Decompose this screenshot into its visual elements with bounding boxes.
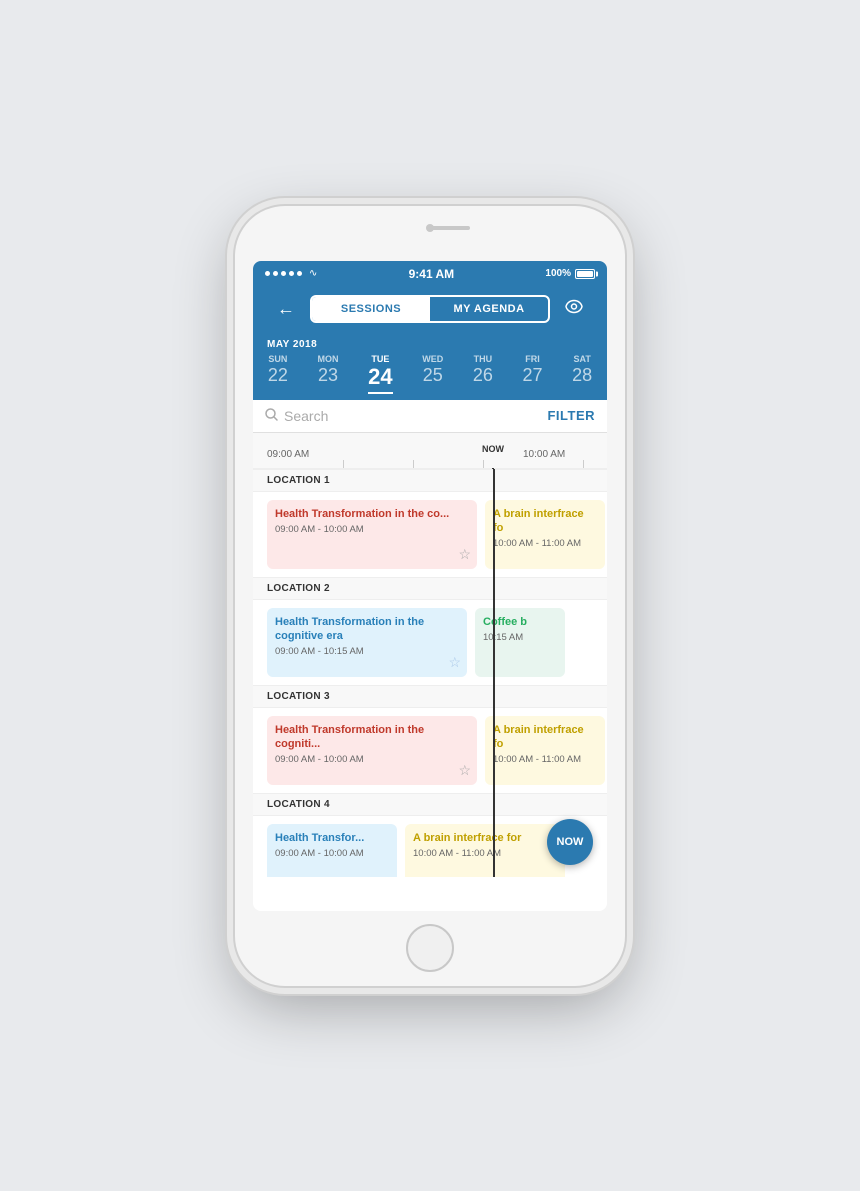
- status-right: 100%: [545, 268, 595, 279]
- session-title-l1-2: A brain interfrace fo: [493, 507, 597, 536]
- location-4-header: LOCATION 4: [253, 793, 607, 816]
- status-bar: ∿ 9:41 AM 100%: [253, 261, 607, 287]
- day-sun[interactable]: SUN 22: [268, 354, 288, 394]
- tab-sessions[interactable]: SESSIONS: [312, 297, 430, 321]
- location-3-section: LOCATION 3 Health Transformation in the …: [253, 685, 607, 793]
- session-card-l1-1[interactable]: Health Transformation in the co... 09:00…: [267, 500, 477, 569]
- battery-icon: [575, 269, 595, 279]
- search-icon: [265, 408, 278, 424]
- battery-percent: 100%: [545, 268, 571, 279]
- session-card-l3-2[interactable]: A brain interfrace fo 10:00 AM - 11:00 A…: [485, 716, 605, 785]
- nav-tabs: SESSIONS MY AGENDA: [310, 295, 550, 323]
- signal-dot-1: [265, 271, 270, 276]
- day-mon[interactable]: MON 23: [317, 354, 338, 394]
- header-row: ← SESSIONS MY AGENDA: [265, 295, 595, 323]
- eye-icon[interactable]: [565, 299, 583, 318]
- active-day-underline: [368, 392, 392, 394]
- tick-4: [583, 460, 584, 468]
- day-tue[interactable]: TUE 24: [368, 354, 392, 394]
- session-title-l4-1: Health Transfor...: [275, 831, 389, 845]
- session-card-l4-2[interactable]: A brain interfrace for 10:00 AM - 11:00 …: [405, 824, 565, 877]
- signal-dot-4: [289, 271, 294, 276]
- location-3-sessions: Health Transformation in the cogniti... …: [253, 708, 607, 793]
- session-card-l4-1[interactable]: Health Transfor... 09:00 AM - 10:00 AM: [267, 824, 397, 877]
- search-input[interactable]: Search: [284, 408, 328, 424]
- location-1-section: LOCATION 1 Health Transformation in the …: [253, 469, 607, 577]
- wifi-icon: ∿: [309, 268, 317, 279]
- location-4-label: LOCATION 4: [267, 799, 330, 810]
- back-button[interactable]: ←: [277, 298, 295, 319]
- status-time: 9:41 AM: [409, 267, 455, 281]
- signal-dot-2: [273, 271, 278, 276]
- location-2-sessions: Health Transformation in the cognitive e…: [253, 600, 607, 685]
- battery-fill: [577, 271, 593, 277]
- search-bar: Search FILTER: [253, 400, 607, 433]
- signal-dots: ∿: [265, 268, 317, 279]
- session-card-l2-1[interactable]: Health Transformation in the cognitive e…: [267, 608, 467, 677]
- tick-1: [343, 460, 344, 468]
- location-2-label: LOCATION 2: [267, 583, 330, 594]
- location-1-label: LOCATION 1: [267, 475, 330, 486]
- now-button[interactable]: NOW: [547, 819, 593, 865]
- search-left: Search: [265, 408, 547, 424]
- signal-dot-5: [297, 271, 302, 276]
- tick-2: [413, 460, 414, 468]
- location-2-header: LOCATION 2: [253, 577, 607, 600]
- location-1-header: LOCATION 1: [253, 469, 607, 492]
- session-card-l3-1[interactable]: Health Transformation in the cogniti... …: [267, 716, 477, 785]
- location-1-sessions: Health Transformation in the co... 09:00…: [253, 492, 607, 577]
- days-row: SUN 22 MON 23 TUE 24 WED 25 THU: [253, 354, 607, 400]
- session-time-l2-1: 09:00 AM - 10:15 AM: [275, 646, 459, 657]
- session-title-l3-2: A brain interfrace fo: [493, 723, 597, 752]
- phone-screen: ∿ 9:41 AM 100% ← SESSIONS MY AGENDA: [253, 261, 607, 911]
- session-title-l3-1: Health Transformation in the cogniti...: [275, 723, 469, 752]
- session-time-l1-2: 10:00 AM - 11:00 AM: [493, 538, 597, 549]
- location-3-label: LOCATION 3: [267, 691, 330, 702]
- date-strip: MAY 2018 SUN 22 MON 23 TUE 24 WED 25: [253, 333, 607, 400]
- session-card-l1-2[interactable]: A brain interfrace fo 10:00 AM - 11:00 A…: [485, 500, 605, 569]
- tab-my-agenda[interactable]: MY AGENDA: [430, 297, 548, 321]
- now-line: [493, 469, 495, 877]
- star-icon-l2-1[interactable]: ☆: [448, 654, 461, 671]
- home-button[interactable]: [406, 924, 454, 972]
- session-time-l4-1: 09:00 AM - 10:00 AM: [275, 848, 389, 859]
- session-title-l4-2: A brain interfrace for: [413, 831, 557, 845]
- session-title-l2-1: Health Transformation in the cognitive e…: [275, 615, 459, 644]
- time-label-10am: 10:00 AM: [523, 449, 565, 460]
- app-header: ← SESSIONS MY AGENDA: [253, 287, 607, 333]
- day-sat[interactable]: SAT 28: [572, 354, 592, 394]
- star-icon-l3-1[interactable]: ☆: [458, 762, 471, 779]
- phone-device: ∿ 9:41 AM 100% ← SESSIONS MY AGENDA: [235, 206, 625, 986]
- tick-3: [483, 460, 484, 468]
- session-time-l4-2: 10:00 AM - 11:00 AM: [413, 848, 557, 859]
- filter-button[interactable]: FILTER: [547, 408, 595, 423]
- location-2-section: LOCATION 2 Health Transformation in the …: [253, 577, 607, 685]
- session-time-l3-2: 10:00 AM - 11:00 AM: [493, 754, 597, 765]
- location-3-header: LOCATION 3: [253, 685, 607, 708]
- time-ruler: 09:00 AM 10:00 AM NOW: [253, 433, 607, 469]
- timeline-area: 09:00 AM 10:00 AM NOW LOCATION 1: [253, 433, 607, 877]
- day-fri[interactable]: FRI 27: [522, 354, 542, 394]
- session-card-l2-2[interactable]: Coffee b 10:15 AM: [475, 608, 565, 677]
- session-time-l3-1: 09:00 AM - 10:00 AM: [275, 754, 469, 765]
- day-wed[interactable]: WED 25: [422, 354, 443, 394]
- now-label-ruler: NOW: [482, 444, 504, 454]
- session-title-l1-1: Health Transformation in the co...: [275, 507, 469, 521]
- day-thu[interactable]: THU 26: [473, 354, 493, 394]
- session-time-l1-1: 09:00 AM - 10:00 AM: [275, 524, 469, 535]
- month-label: MAY 2018: [253, 339, 607, 350]
- star-icon-l1-1[interactable]: ☆: [458, 546, 471, 563]
- signal-dot-3: [281, 271, 286, 276]
- time-label-9am: 09:00 AM: [267, 449, 309, 460]
